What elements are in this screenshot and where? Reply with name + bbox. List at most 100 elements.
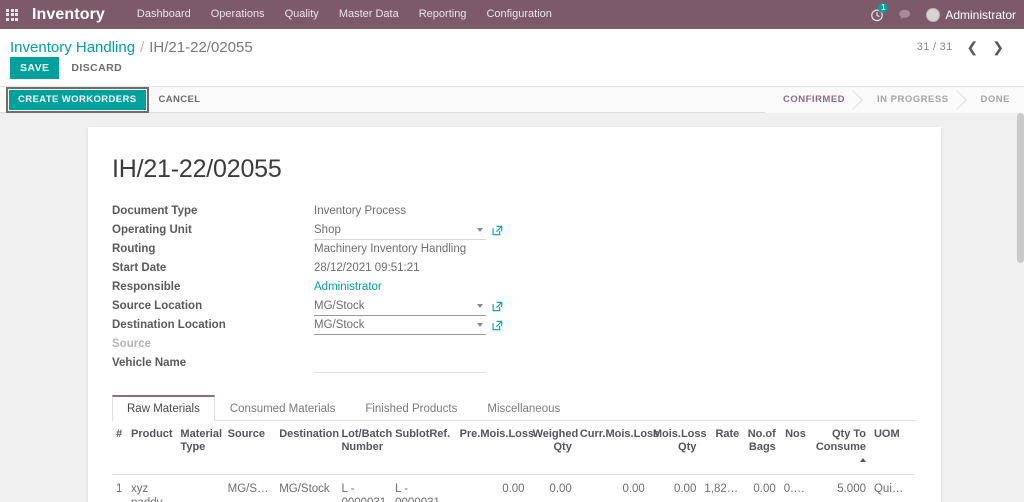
view-area: IH/21-22/02055 Document Type Inventory P… (0, 113, 1024, 502)
destination-location-dropdown[interactable]: MG/Stock (314, 317, 486, 335)
tab-consumed-materials[interactable]: Consumed Materials (215, 395, 350, 421)
field-source-location: MG/Stock (314, 297, 712, 316)
cell-index: 1 (112, 474, 128, 502)
user-menu[interactable]: Administrator (920, 7, 1016, 22)
cell-rate: 1,829.00 (700, 474, 744, 502)
record-pager: 31 / 31 ❮ ❯ (917, 40, 1014, 54)
col-uom[interactable]: UOM (869, 421, 911, 475)
cell-operating-unit: Shop (910, 474, 915, 502)
label-document-type: Document Type (112, 205, 198, 217)
col-weighed-qty[interactable]: Weighed Qty (528, 421, 578, 475)
field-vehicle-name (314, 354, 712, 373)
tab-finished-products[interactable]: Finished Products (350, 395, 472, 421)
menu-item-reporting[interactable]: Reporting (409, 0, 477, 29)
status-done[interactable]: DONE (962, 86, 1024, 113)
raw-materials-table: # Product Material Type Source Destinati… (112, 421, 915, 502)
source-location-dropdown[interactable]: MG/Stock (314, 298, 486, 316)
col-index[interactable]: # (112, 421, 128, 475)
chevron-down-icon (477, 323, 483, 327)
control-panel: Inventory Handling / IH/21-22/02055 31 /… (0, 29, 1024, 113)
user-name: Administrator (945, 7, 1016, 22)
col-rate[interactable]: Rate (700, 421, 744, 475)
col-qty-to-consume-label: Qty To Consume (815, 428, 866, 453)
table-row[interactable]: 1 xyz paddy MG/Stock MG/Stock L - 000003… (112, 474, 915, 502)
save-button[interactable]: SAVE (10, 57, 60, 79)
col-no-of-bags[interactable]: No.of Bags (743, 421, 780, 475)
app-brand-inventory[interactable]: Inventory (32, 0, 105, 29)
external-link-icon[interactable] (492, 301, 503, 312)
chat-bubble-icon[interactable] (892, 0, 918, 29)
cell-curr-mois-loss: 0.00 (575, 474, 649, 502)
external-link-icon[interactable] (492, 320, 503, 331)
col-operating-unit[interactable]: Operating Unit (910, 421, 915, 475)
menu-item-operations[interactable]: Operations (201, 0, 275, 29)
col-lot-batch-number[interactable]: Lot/Batch Number (337, 421, 392, 475)
col-pre-mois-loss[interactable]: Pre.Mois.Loss (455, 421, 534, 475)
create-workorders-button[interactable]: CREATE WORKORDERS (9, 89, 146, 110)
chevron-down-icon (477, 304, 483, 308)
cell-material-type (176, 474, 224, 502)
col-nos[interactable]: Nos (779, 421, 810, 475)
col-curr-mois-loss[interactable]: Curr.Mois.Loss (575, 421, 659, 475)
cell-uom: Quintal (869, 474, 911, 502)
cell-source: MG/Stock (223, 474, 276, 502)
col-qty-to-consume[interactable]: Qty To Consume (809, 421, 870, 475)
create-workorders-focus-ring: CREATE WORKORDERS (6, 86, 149, 113)
apps-grid-icon[interactable] (0, 0, 24, 29)
col-product[interactable]: Product (127, 421, 177, 475)
breadcrumb-separator: / (140, 38, 145, 56)
cell-sublot-ref: L - 0000031/4/1 (391, 474, 456, 502)
status-in-progress[interactable]: IN PROGRESS (859, 86, 963, 113)
notebook: Raw Materials Consumed Materials Finishe… (112, 395, 915, 502)
top-navbar: Inventory Dashboard Operations Quality M… (0, 0, 1024, 29)
vehicle-name-input[interactable] (314, 355, 486, 373)
avatar-icon (926, 7, 941, 22)
cell-nos: 0.00 (779, 474, 810, 502)
value-start-date: 28/12/2021 09:51:21 (314, 262, 420, 274)
destination-location-value: MG/Stock (314, 318, 365, 331)
external-link-icon[interactable] (492, 225, 503, 236)
tab-miscellaneous[interactable]: Miscellaneous (472, 395, 575, 421)
operating-unit-value: Shop (314, 223, 341, 236)
page-scrollbar[interactable] (1017, 113, 1024, 493)
chevron-down-icon (477, 228, 483, 232)
discard-button[interactable]: DISCARD (69, 57, 124, 79)
col-source[interactable]: Source (223, 421, 276, 475)
table-header-row: # Product Material Type Source Destinati… (112, 421, 915, 475)
cell-qty-to-consume: 5.000 (809, 474, 870, 502)
page-scrollbar-thumb[interactable] (1017, 113, 1024, 263)
navbar-right: 1 Administrator (864, 0, 1018, 29)
chevron-right-icon[interactable]: ❯ (986, 40, 1010, 54)
label-operating-unit: Operating Unit (112, 224, 192, 236)
cell-product: xyz paddy (127, 474, 177, 502)
operating-unit-dropdown[interactable]: Shop (314, 222, 486, 240)
value-routing: Machinery Inventory Handling (314, 243, 467, 255)
menu-item-master-data[interactable]: Master Data (329, 0, 409, 29)
value-source (314, 335, 712, 354)
label-source: Source (112, 338, 151, 350)
col-mois-loss-qty[interactable]: Mois.Loss Qty (648, 421, 707, 475)
form-fields: Document Type Inventory Process Operatin… (112, 202, 712, 373)
chevron-left-icon[interactable]: ❮ (961, 40, 985, 54)
menu-item-dashboard[interactable]: Dashboard (127, 0, 201, 29)
clock-icon[interactable]: 1 (864, 0, 890, 29)
value-responsible[interactable]: Administrator (314, 278, 712, 297)
col-sublot-ref[interactable]: SublotRef. (391, 421, 456, 475)
form-sheet: IH/21-22/02055 Document Type Inventory P… (88, 127, 941, 502)
tab-raw-materials[interactable]: Raw Materials (112, 395, 215, 421)
menu-item-quality[interactable]: Quality (275, 0, 329, 29)
breadcrumb-root-link[interactable]: Inventory Handling (10, 39, 135, 56)
menu-item-configuration[interactable]: Configuration (476, 0, 561, 29)
col-destination[interactable]: Destination (275, 421, 339, 475)
cell-lot-batch-number: L - 0000031 (337, 474, 392, 502)
cancel-button[interactable]: CANCEL (159, 94, 201, 105)
cell-weighed-qty: 0.00 (528, 474, 576, 502)
cell-mois-loss-qty: 0.00 (648, 474, 701, 502)
breadcrumb: Inventory Handling / IH/21-22/02055 31 /… (0, 29, 1024, 59)
main-menu: Dashboard Operations Quality Master Data… (127, 0, 562, 29)
cell-no-of-bags: 0.00 (743, 474, 780, 502)
col-material-type[interactable]: Material Type (176, 421, 224, 475)
cell-destination: MG/Stock (275, 474, 338, 502)
status-confirmed[interactable]: CONFIRMED (765, 86, 860, 113)
notebook-tabs: Raw Materials Consumed Materials Finishe… (112, 395, 915, 421)
